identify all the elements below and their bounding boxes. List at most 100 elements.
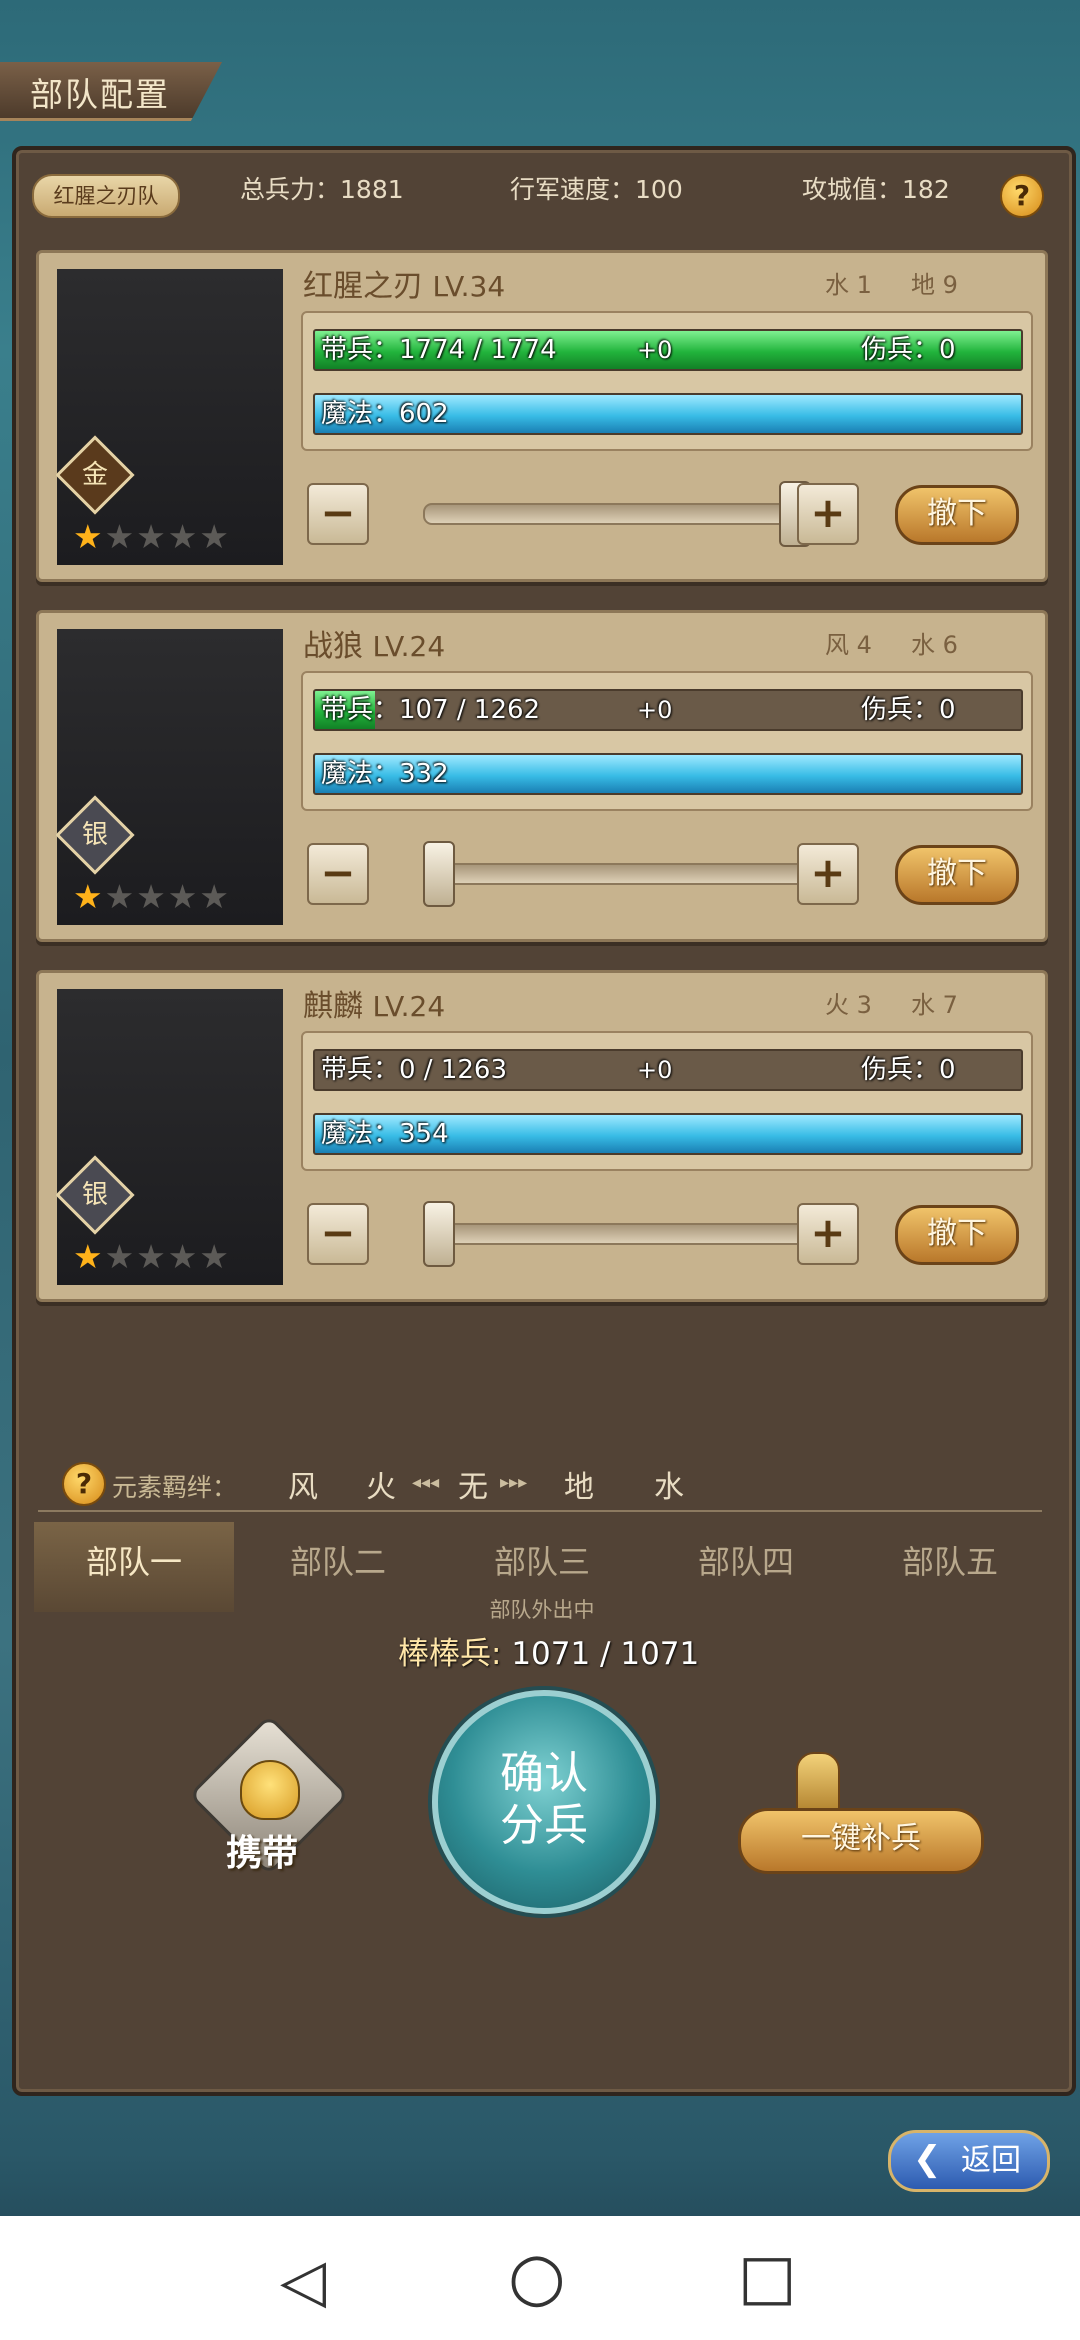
help-icon[interactable]: ?	[1000, 174, 1044, 218]
unit-card: 金 ★★★★★ 红腥之刃 LV.34 水 1地 9 带兵：1774 / 1774 +0 伤兵…	[36, 250, 1048, 582]
divider	[38, 1510, 1042, 1512]
unit-element-1: 水 1	[825, 271, 872, 299]
siege-value: 攻城值：182	[802, 170, 950, 222]
nav-back-icon[interactable]: ◁	[280, 2246, 326, 2316]
mana-bar: 魔法：354	[313, 1113, 1023, 1155]
total-troops-value: 1881	[340, 175, 404, 204]
plus-button[interactable]: +	[797, 843, 859, 905]
soldier-icon	[796, 1752, 840, 1816]
rank-badge: 金	[55, 435, 135, 515]
star-icon: ★	[73, 517, 105, 556]
star-icon: ★	[167, 877, 200, 916]
team-status: 部队外出中	[489, 1598, 595, 1622]
wounded-text: 伤兵：0	[861, 335, 956, 365]
wounded-text: 伤兵：0	[861, 1055, 956, 1085]
troops-bonus: +0	[637, 696, 673, 724]
star-icon: ★	[199, 1237, 231, 1276]
bond-help-icon[interactable]: ?	[62, 1462, 106, 1506]
unit-stats-box: 带兵：0 / 1263 +0 伤兵：0 魔法：354	[301, 1031, 1033, 1171]
star-icon: ★	[136, 517, 168, 556]
withdraw-button[interactable]: 撤下	[895, 1205, 1019, 1265]
refill-button[interactable]: 一键补兵	[738, 1808, 984, 1874]
star-icon: ★	[199, 877, 231, 916]
march-speed-value: 100	[635, 175, 683, 204]
arrow-right-icon: ▸▸▸	[500, 1472, 528, 1493]
star-icon: ★	[73, 1237, 105, 1276]
unit-level: LV.34	[432, 270, 506, 303]
star-icon: ★	[167, 517, 200, 556]
minus-button[interactable]: −	[307, 483, 369, 545]
troops-slider-thumb[interactable]	[423, 1201, 455, 1267]
page-title: 部队配置	[30, 75, 170, 114]
troops-bonus: +0	[637, 1056, 673, 1084]
troops-slider-thumb[interactable]	[423, 841, 455, 907]
bond-element-water: 水	[654, 1470, 684, 1505]
siege-number: 182	[902, 175, 950, 204]
mana-bar: 魔法：602	[313, 393, 1023, 435]
bond-element-earth: 地	[564, 1470, 594, 1505]
chevron-left-icon: ❮	[913, 2139, 942, 2179]
star-icon: ★	[136, 1237, 168, 1276]
troops-slider-track[interactable]	[423, 1223, 811, 1245]
tab-team-1[interactable]: 部队一	[34, 1522, 234, 1612]
star-icon: ★	[104, 517, 137, 556]
unit-element-2: 水 6	[911, 631, 958, 659]
total-troops: 总兵力：1881	[240, 170, 404, 222]
bond-label: 元素羁绊：	[112, 1473, 238, 1502]
troops-text: 带兵：1774 / 1774	[321, 335, 557, 365]
star-rating: ★★★★★	[73, 517, 231, 556]
troops-bar: 带兵：1774 / 1774 +0 伤兵：0	[313, 329, 1023, 371]
unit-level: LV.24	[372, 630, 446, 663]
tab-team-5[interactable]: 部队五	[850, 1522, 1050, 1612]
team-name-badge[interactable]: 红腥之刃队	[32, 174, 180, 218]
back-button[interactable]: ❮ 返回	[888, 2130, 1050, 2192]
mana-text: 魔法：332	[321, 759, 449, 789]
troops-slider-track[interactable]	[423, 503, 811, 525]
plus-button[interactable]: +	[797, 483, 859, 545]
siege-label: 攻城值：	[802, 175, 903, 204]
mana-bar: 魔法：332	[313, 753, 1023, 795]
mana-text: 魔法：354	[321, 1119, 449, 1149]
unit-name: 麒麟 LV.24	[303, 989, 446, 1024]
star-icon: ★	[104, 877, 137, 916]
unit-portrait[interactable]: 银 ★★★★★	[55, 629, 283, 925]
unit-portrait[interactable]: 金 ★★★★★	[55, 269, 283, 565]
troops-bar: 带兵：0 / 1263 +0 伤兵：0	[313, 1049, 1023, 1091]
troops-bonus: +0	[637, 336, 673, 364]
unit-element-2: 地 9	[911, 271, 958, 299]
troops-bar: 带兵：107 / 1262 +0 伤兵：0	[313, 689, 1023, 731]
unit-portrait[interactable]: 银 ★★★★★	[55, 989, 283, 1285]
nav-home-icon[interactable]: ○	[508, 2238, 566, 2315]
bag-icon	[240, 1760, 300, 1820]
unit-name: 战狼 LV.24	[303, 629, 446, 664]
troops-slider-track[interactable]	[423, 863, 811, 885]
rank-badge: 银	[55, 1155, 135, 1235]
stick-troops: 棒棒兵: 1071 / 1071	[398, 1628, 699, 1673]
troops-text: 带兵：107 / 1262	[321, 695, 541, 725]
plus-button[interactable]: +	[797, 1203, 859, 1265]
bond-element-wind: 风	[288, 1470, 318, 1505]
minus-button[interactable]: −	[307, 1203, 369, 1265]
nav-recent-icon[interactable]: □	[738, 2240, 797, 2313]
unit-stats-box: 带兵：107 / 1262 +0 伤兵：0 魔法：332	[301, 671, 1033, 811]
stick-troops-value: 1071 / 1071	[511, 1636, 700, 1672]
arrow-left-icon: ◂◂◂	[412, 1472, 440, 1493]
star-rating: ★★★★★	[73, 877, 231, 916]
tab-team-4[interactable]: 部队四	[646, 1522, 846, 1612]
bond-element-none: 无	[458, 1470, 488, 1505]
back-label: 返回	[961, 2143, 1022, 2178]
minus-button[interactable]: −	[307, 843, 369, 905]
carry-label: 携带	[226, 1833, 299, 1874]
withdraw-button[interactable]: 撤下	[895, 485, 1019, 545]
star-icon: ★	[167, 1237, 200, 1276]
confirm-split-button[interactable]: 确认 分兵	[432, 1690, 656, 1914]
mana-text: 魔法：602	[321, 399, 449, 429]
unit-stats-box: 带兵：1774 / 1774 +0 伤兵：0 魔法：602	[301, 311, 1033, 451]
tab-team-2[interactable]: 部队二	[238, 1522, 438, 1612]
total-troops-label: 总兵力：	[240, 175, 341, 204]
bond-element-fire: 火	[366, 1470, 396, 1505]
unit-level: LV.24	[372, 990, 446, 1023]
unit-element-1: 火 3	[825, 991, 872, 1019]
unit-element-2: 水 7	[911, 991, 958, 1019]
withdraw-button[interactable]: 撤下	[895, 845, 1019, 905]
